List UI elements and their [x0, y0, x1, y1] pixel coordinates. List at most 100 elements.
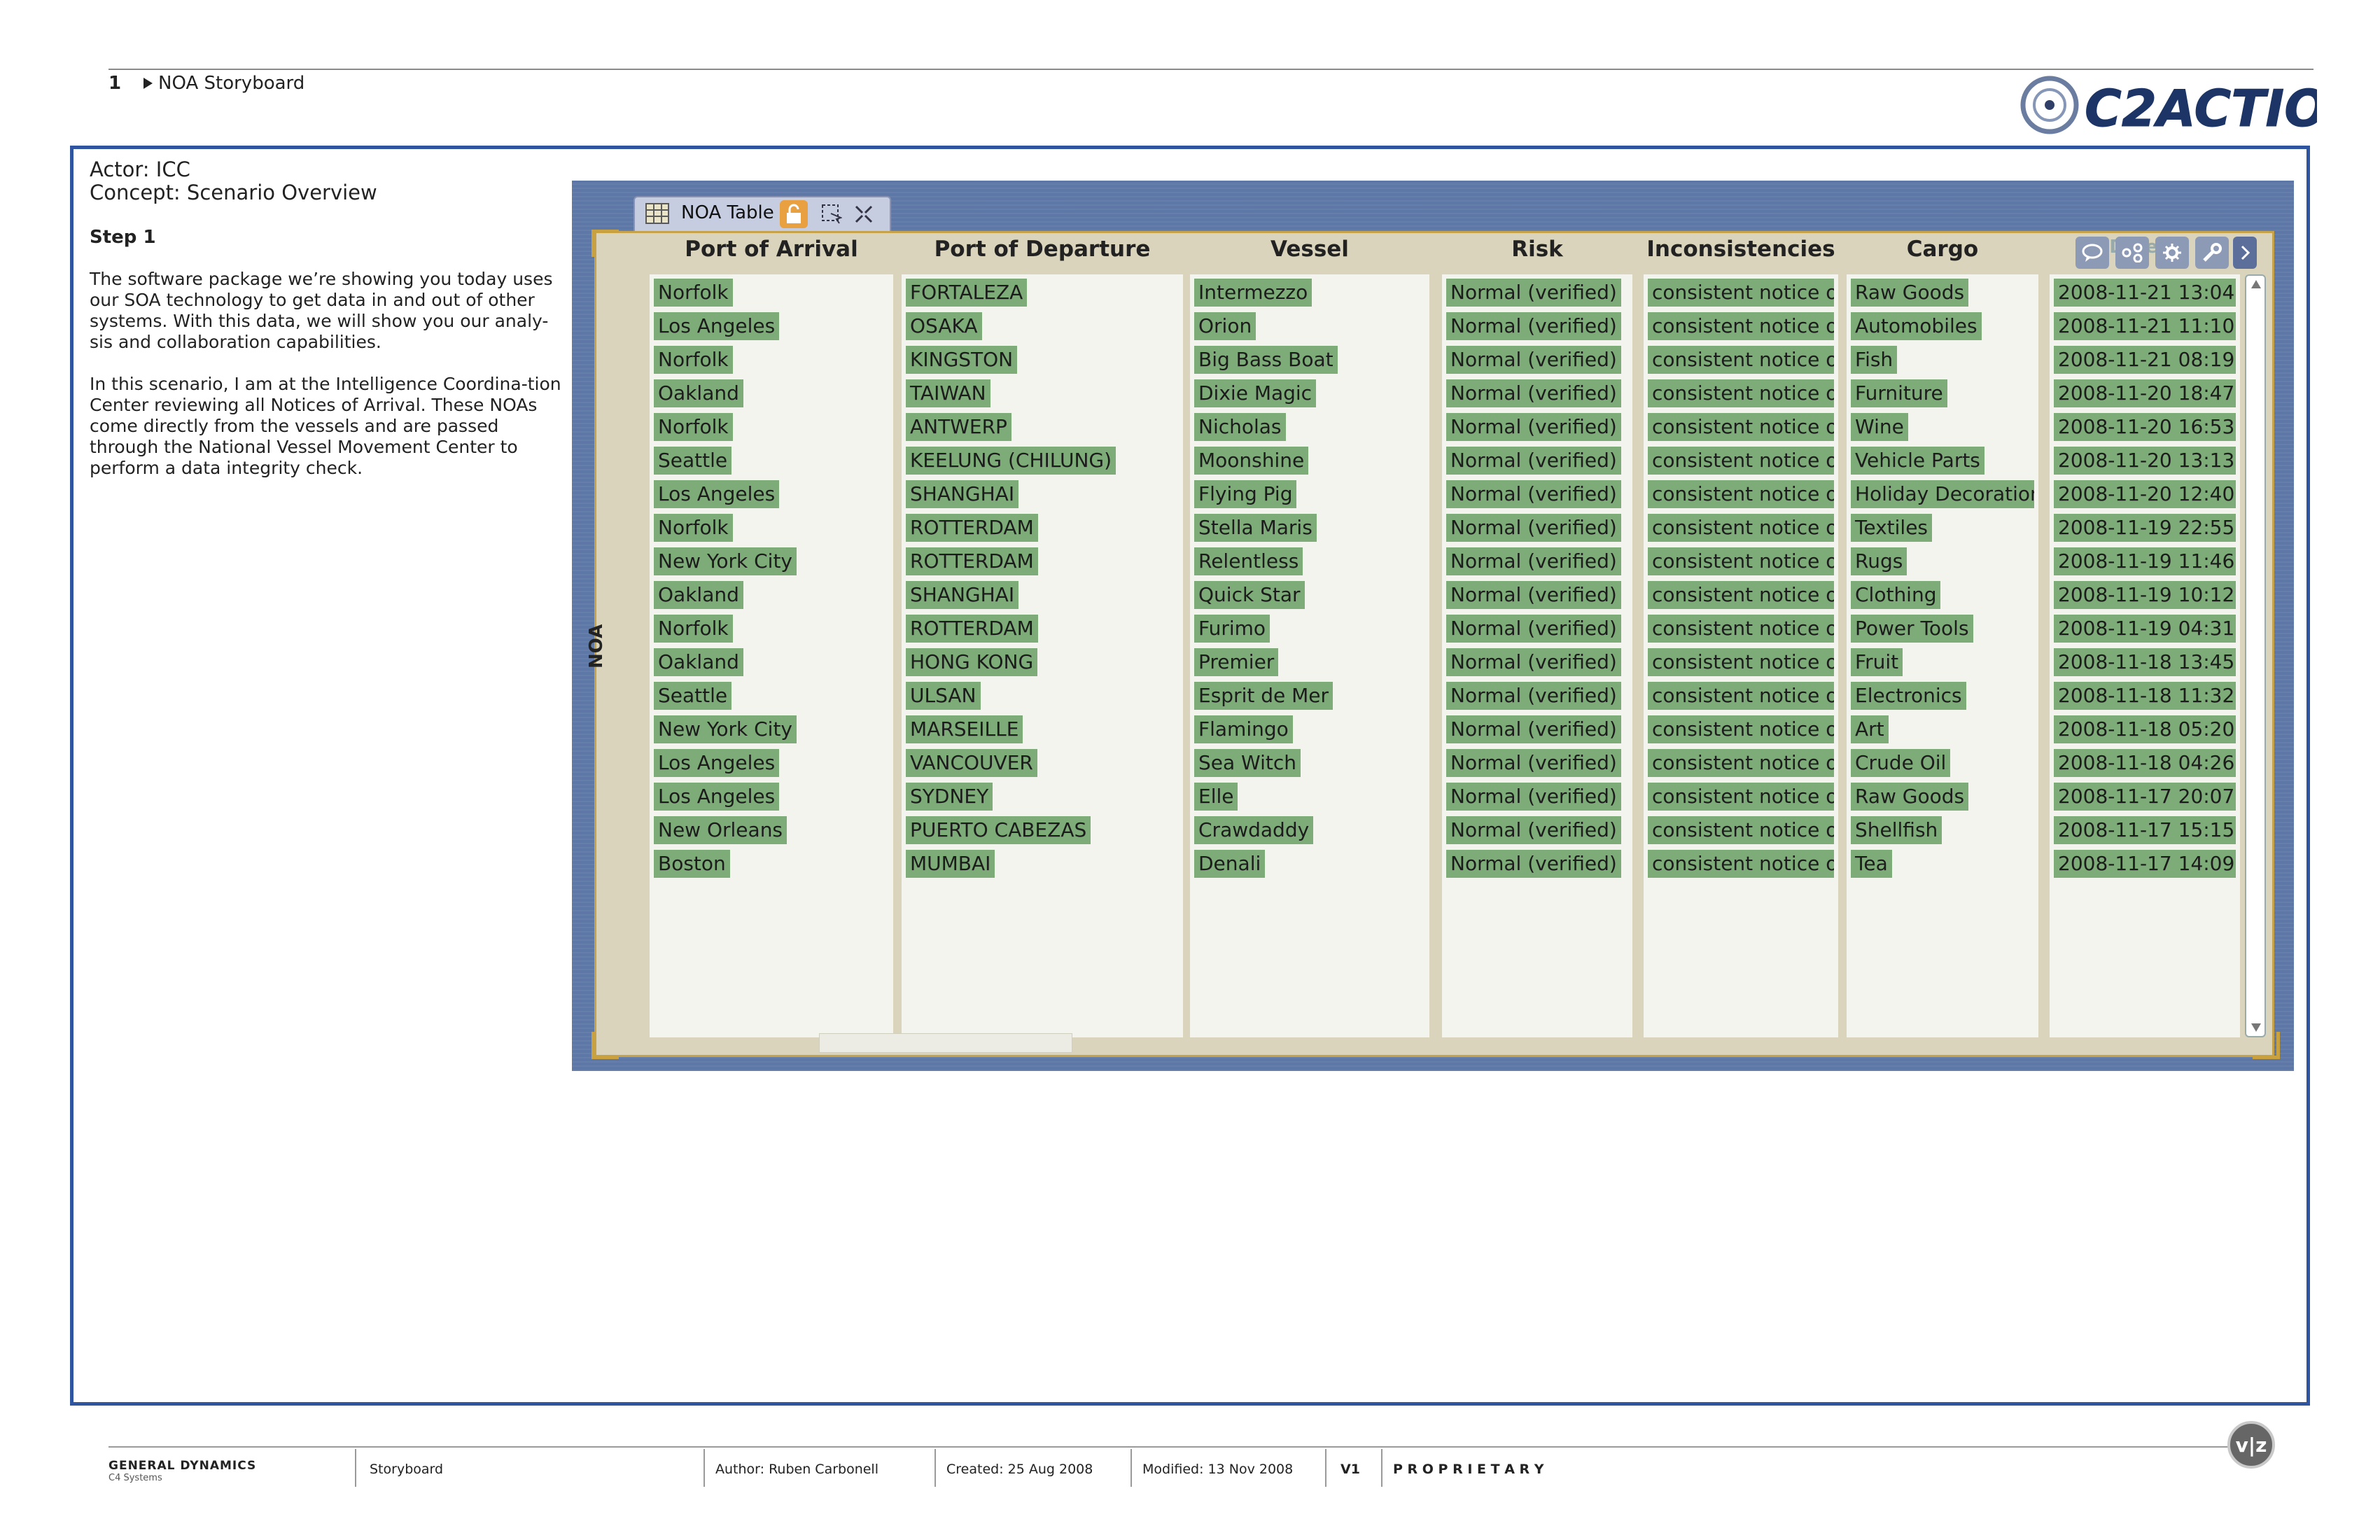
table-cell[interactable]: 2008-11-20 16:53: [2054, 413, 2236, 441]
table-cell[interactable]: ROTTERDAM: [906, 615, 1038, 643]
table-cell[interactable]: Orion: [1194, 312, 1256, 340]
table-cell[interactable]: Boston: [654, 850, 730, 878]
table-cell[interactable]: consistent notice of: [1648, 413, 1834, 441]
table-cell[interactable]: New York City: [654, 547, 797, 575]
table-cell[interactable]: VANCOUVER: [906, 749, 1037, 777]
table-cell[interactable]: Flamingo: [1194, 715, 1293, 743]
table-cell[interactable]: ANTWERP: [906, 413, 1011, 441]
table-cell[interactable]: Seattle: [654, 682, 732, 710]
table-cell[interactable]: KEELUNG (CHILUNG): [906, 447, 1116, 475]
table-cell[interactable]: Normal (verified): [1446, 312, 1621, 340]
table-cell[interactable]: KINGSTON: [906, 346, 1018, 374]
table-cell[interactable]: Crude Oil: [1851, 749, 1951, 777]
chat-icon[interactable]: [2076, 237, 2109, 269]
table-cell[interactable]: SHANGHAI: [906, 581, 1019, 609]
table-cell[interactable]: Wine: [1851, 413, 1908, 441]
table-cell[interactable]: Oakland: [654, 379, 743, 407]
table-cell[interactable]: Normal (verified): [1446, 648, 1621, 676]
table-cell[interactable]: Intermezzo: [1194, 279, 1312, 307]
table-cell[interactable]: FORTALEZA: [906, 279, 1028, 307]
table-cell[interactable]: OSAKA: [906, 312, 982, 340]
table-cell[interactable]: Oakland: [654, 648, 743, 676]
table-cell[interactable]: consistent notice of: [1648, 447, 1834, 475]
column-header[interactable]: Cargo: [1847, 237, 2038, 262]
table-cell[interactable]: SYDNEY: [906, 783, 993, 811]
column-header[interactable]: Inconsistencies: [1644, 237, 1838, 262]
table-cell[interactable]: Normal (verified): [1446, 413, 1621, 441]
table-cell[interactable]: consistent notice of: [1648, 379, 1834, 407]
table-cell[interactable]: 2008-11-19 04:31: [2054, 615, 2236, 643]
table-cell[interactable]: Denali: [1194, 850, 1266, 878]
table-cell[interactable]: Raw Goods: [1851, 783, 1969, 811]
table-cell[interactable]: Tea: [1851, 850, 1892, 878]
table-cell[interactable]: Power Tools: [1851, 615, 1973, 643]
table-cell[interactable]: Quick Star: [1194, 581, 1305, 609]
table-cell[interactable]: Fruit: [1851, 648, 1903, 676]
table-cell[interactable]: Flying Pig: [1194, 480, 1297, 508]
next-icon[interactable]: [2233, 237, 2257, 269]
table-cell[interactable]: New Orleans: [654, 816, 788, 844]
table-cell[interactable]: Vehicle Parts: [1851, 447, 1984, 475]
table-cell[interactable]: Sea Witch: [1194, 749, 1301, 777]
table-cell[interactable]: Shellfish: [1851, 816, 1942, 844]
table-cell[interactable]: Normal (verified): [1446, 749, 1621, 777]
table-cell[interactable]: Normal (verified): [1446, 682, 1621, 710]
table-cell[interactable]: 2008-11-21 13:04: [2054, 279, 2236, 307]
table-cell[interactable]: Los Angeles: [654, 749, 780, 777]
column-header[interactable]: Risk: [1442, 237, 1632, 262]
table-cell[interactable]: consistent notice of: [1648, 715, 1834, 743]
table-cell[interactable]: 2008-11-20 13:13: [2054, 447, 2236, 475]
table-cell[interactable]: consistent notice of: [1648, 783, 1834, 811]
table-cell[interactable]: Relentless: [1194, 547, 1303, 575]
table-cell[interactable]: consistent notice of: [1648, 480, 1834, 508]
table-cell[interactable]: Norfolk: [654, 279, 733, 307]
table-cell[interactable]: MARSEILLE: [906, 715, 1023, 743]
table-cell[interactable]: 2008-11-17 14:09: [2054, 850, 2236, 878]
collapse-icon[interactable]: [850, 200, 878, 228]
resize-corner[interactable]: [592, 1032, 619, 1059]
table-cell[interactable]: Normal (verified): [1446, 480, 1621, 508]
horizontal-scrollbar[interactable]: [819, 1033, 1072, 1053]
table-cell[interactable]: 2008-11-18 11:32: [2054, 682, 2236, 710]
table-cell[interactable]: ROTTERDAM: [906, 547, 1038, 575]
column-header[interactable]: Port of Arrival: [650, 237, 893, 262]
table-cell[interactable]: Los Angeles: [654, 480, 780, 508]
table-cell[interactable]: Normal (verified): [1446, 715, 1621, 743]
gear-icon[interactable]: [2155, 237, 2189, 269]
table-cell[interactable]: consistent notice of: [1648, 615, 1834, 643]
table-cell[interactable]: SHANGHAI: [906, 480, 1019, 508]
select-icon[interactable]: [818, 200, 846, 228]
table-cell[interactable]: New York City: [654, 715, 797, 743]
table-cell[interactable]: Rugs: [1851, 547, 1907, 575]
resize-corner[interactable]: [592, 230, 619, 257]
table-cell[interactable]: HONG KONG: [906, 648, 1038, 676]
table-cell[interactable]: 2008-11-17 15:15: [2054, 816, 2236, 844]
table-cell[interactable]: Electronics: [1851, 682, 1966, 710]
table-cell[interactable]: 2008-11-18 13:45: [2054, 648, 2236, 676]
scroll-up-icon[interactable]: [2250, 279, 2262, 290]
table-cell[interactable]: Oakland: [654, 581, 743, 609]
wrench-icon[interactable]: [2195, 237, 2229, 269]
table-cell[interactable]: Normal (verified): [1446, 850, 1621, 878]
table-cell[interactable]: Esprit de Mer: [1194, 682, 1334, 710]
table-cell[interactable]: Nicholas: [1194, 413, 1286, 441]
column-header[interactable]: Port of Departure: [902, 237, 1183, 262]
table-cell[interactable]: 2008-11-21 08:19: [2054, 346, 2236, 374]
table-cell[interactable]: 2008-11-18 04:26: [2054, 749, 2236, 777]
table-cell[interactable]: Textiles: [1851, 514, 1933, 542]
table-cell[interactable]: Norfolk: [654, 346, 733, 374]
table-cell[interactable]: consistent notice of: [1648, 850, 1834, 878]
table-cell[interactable]: consistent notice of: [1648, 547, 1834, 575]
table-cell[interactable]: ROTTERDAM: [906, 514, 1038, 542]
table-cell[interactable]: Crawdaddy: [1194, 816, 1314, 844]
table-cell[interactable]: consistent notice of: [1648, 279, 1834, 307]
table-cell[interactable]: consistent notice of: [1648, 581, 1834, 609]
table-cell[interactable]: Furimo: [1194, 615, 1270, 643]
table-cell[interactable]: Seattle: [654, 447, 732, 475]
table-cell[interactable]: Normal (verified): [1446, 279, 1621, 307]
table-cell[interactable]: consistent notice of: [1648, 648, 1834, 676]
table-cell[interactable]: Fish: [1851, 346, 1898, 374]
table-cell[interactable]: 2008-11-19 22:55: [2054, 514, 2236, 542]
column-header[interactable]: Vessel: [1190, 237, 1429, 262]
table-cell[interactable]: Normal (verified): [1446, 615, 1621, 643]
